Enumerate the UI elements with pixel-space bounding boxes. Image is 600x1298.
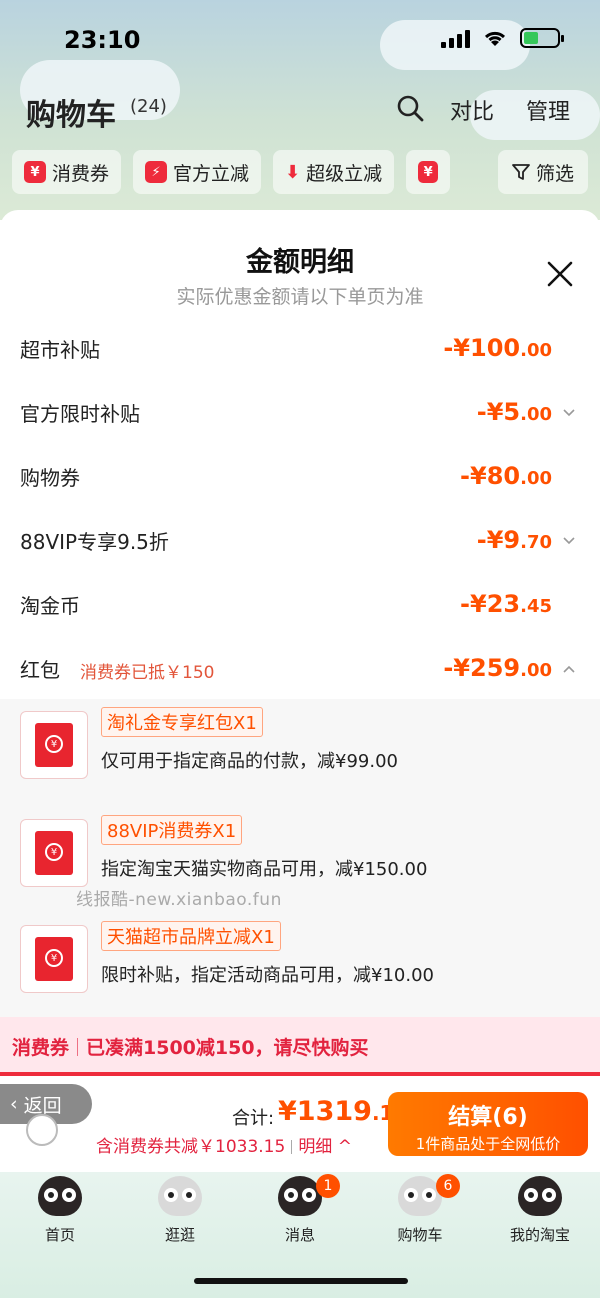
tab-cart[interactable]: 6 购物车 [360, 1172, 480, 1252]
row-label: 购物券 [20, 466, 80, 490]
tab-my-taobao[interactable]: 我的淘宝 [480, 1172, 600, 1252]
home-indicator[interactable] [194, 1278, 408, 1284]
promo-bar: 消费券 已凑满1500减150，请尽快购买 [0, 1017, 600, 1076]
tab-label: 我的淘宝 [509, 1226, 570, 1244]
red-packet-desc: 仅可用于指定商品的付款，减¥99.00 [101, 751, 398, 772]
row-label: 红包 [20, 658, 60, 682]
home-cat-icon [38, 1176, 82, 1216]
chip-more[interactable]: ¥ [406, 150, 451, 194]
tab-label: 购物车 [397, 1226, 443, 1244]
row-amount: -¥80.00 [460, 462, 552, 490]
chevron-down-icon[interactable] [562, 406, 576, 420]
red-packet-item: ¥ 淘礼金专享红包X1 仅可用于指定商品的付款，减¥99.00 [0, 699, 600, 789]
row-label: 淘金币 [20, 594, 80, 618]
chip-label: 超级立减 [306, 162, 383, 185]
chip-super-discount[interactable]: ⬇ 超级立减 [273, 150, 395, 194]
divider [291, 1140, 293, 1154]
row-amount: -¥259.00 [443, 654, 552, 682]
tab-home[interactable]: 首页 [0, 1172, 120, 1252]
bolt-icon: ⚡ [145, 161, 168, 183]
status-icons [441, 28, 564, 48]
detail-row-shopping-coupon: 购物券 -¥80.00 [0, 448, 600, 508]
wifi-icon [484, 31, 506, 46]
row-label: 88VIP专享9.5折 [20, 530, 169, 554]
saving-summary: 含消费券共减￥1033.15 明细 ^ [96, 1132, 352, 1157]
coupon-icon: ¥ [24, 161, 46, 183]
red-packet-item: ¥ 88VIP消费券X1 指定淘宝天猫实物商品可用，减¥150.00 [0, 807, 600, 897]
tab-badge: 6 [436, 1174, 460, 1198]
filter-button[interactable]: 筛选 [497, 150, 588, 194]
tab-label: 消息 [284, 1226, 315, 1244]
search-icon[interactable] [396, 94, 424, 122]
red-packet-icon: ¥ [20, 819, 88, 887]
chip-official-discount[interactable]: ⚡ 官方立减 [133, 150, 262, 194]
close-icon[interactable] [546, 260, 574, 288]
chip-label: 消费券 [52, 162, 110, 185]
red-packet-desc: 限时补贴，指定活动商品可用，减¥10.00 [101, 965, 434, 986]
status-time: 23:10 [64, 26, 141, 54]
chevron-left-icon: ‹ [10, 1093, 18, 1115]
chevron-up-icon: ^ [337, 1137, 352, 1157]
red-packet-tag: 淘礼金专享红包X1 [101, 707, 263, 737]
tab-browse[interactable]: 逛逛 [120, 1172, 240, 1252]
profile-cat-icon [518, 1176, 562, 1216]
tab-messages[interactable]: 1 消息 [240, 1172, 360, 1252]
row-note: 消费券已抵￥150 [80, 663, 215, 683]
red-packet-tag: 88VIP消费券X1 [101, 815, 243, 845]
manage-button[interactable]: 管理 [526, 94, 570, 126]
red-packet-item: ¥ 天猫超市品牌立减X1 限时补贴，指定活动商品可用，减¥10.00 [0, 913, 600, 1003]
saving-text: 含消费券共减￥1033.15 [96, 1137, 286, 1157]
red-packet-icon: ¥ [20, 711, 88, 779]
chevron-up-icon[interactable] [562, 662, 576, 676]
row-amount: -¥5.00 [476, 398, 552, 426]
amount-detail-sheet: 金额明细 实际优惠金额请以下单页为准 超市补贴 -¥100.00 官方限时补贴 … [0, 210, 600, 1076]
cart-count: (24) [130, 96, 167, 117]
detail-row-supermarket-subsidy: 超市补贴 -¥100.00 [0, 320, 600, 380]
filter-label: 筛选 [535, 162, 574, 185]
detail-row-red-packet[interactable]: 红包 消费券已抵￥150 -¥259.00 [0, 640, 600, 700]
red-packet-tag: 天猫超市品牌立减X1 [101, 921, 281, 951]
red-packet-icon: ¥ [20, 925, 88, 993]
watermark: 线报酷-new.xianbao.fun [76, 890, 282, 910]
chevron-down-icon[interactable] [562, 534, 576, 548]
row-amount: -¥100.00 [443, 334, 552, 362]
browse-cat-icon [158, 1176, 202, 1216]
cart-header: 购物车 (24) 对比 管理 [0, 80, 600, 140]
checkout-label: 结算(6) [448, 1105, 528, 1130]
red-packet-desc: 指定淘宝天猫实物商品可用，减¥150.00 [101, 859, 428, 880]
chip-label: 官方立减 [173, 162, 250, 185]
battery-icon [520, 28, 564, 48]
coupon-icon: ¥ [418, 161, 439, 183]
tab-label: 逛逛 [164, 1226, 195, 1244]
arrow-down-icon: ⬇ [285, 161, 301, 183]
row-label: 超市补贴 [20, 338, 100, 362]
chip-coupon[interactable]: ¥ 消费券 [12, 150, 122, 194]
checkout-button[interactable]: 结算(6) 1件商品处于全网低价 [388, 1092, 588, 1156]
sheet-title: 金额明细 [246, 247, 354, 278]
promo-label: 消费券 [12, 1037, 70, 1059]
filter-icon [512, 164, 530, 180]
filter-chips: ¥ 消费券 ⚡ 官方立减 ⬇ 超级立减 ¥ [12, 150, 451, 194]
row-label: 官方限时补贴 [20, 402, 140, 426]
signal-icon [441, 28, 470, 48]
detail-row-taojinbi: 淘金币 -¥23.45 [0, 576, 600, 636]
detail-toggle[interactable]: 明细 ^ [298, 1137, 352, 1157]
floating-circle[interactable] [26, 1114, 58, 1146]
total-label: 合计: [232, 1108, 275, 1129]
red-packet-list: ¥ 淘礼金专享红包X1 仅可用于指定商品的付款，减¥99.00 ¥ 88VIP消… [0, 699, 600, 1017]
row-amount: -¥9.70 [476, 526, 552, 554]
checkout-bar: ‹ 返回 合计: ¥1319.15 含消费券共减￥1033.15明细 ^ 结算(… [0, 1076, 600, 1172]
compare-button[interactable]: 对比 [450, 94, 494, 126]
page-title: 购物车 [26, 98, 116, 133]
checkout-sublabel: 1件商品处于全网低价 [415, 1135, 561, 1153]
row-amount: -¥23.45 [460, 590, 552, 618]
tab-label: 首页 [44, 1226, 75, 1244]
detail-row-official-subsidy[interactable]: 官方限时补贴 -¥5.00 [0, 384, 600, 444]
tab-badge: 1 [316, 1174, 340, 1198]
status-bar: 23:10 [0, 0, 600, 80]
promo-text: 已凑满1500减150，请尽快购买 [86, 1037, 369, 1059]
promo-divider [77, 1037, 79, 1056]
sheet-subtitle: 实际优惠金额请以下单页为准 [176, 286, 424, 308]
detail-row-88vip[interactable]: 88VIP专享9.5折 -¥9.70 [0, 512, 600, 572]
